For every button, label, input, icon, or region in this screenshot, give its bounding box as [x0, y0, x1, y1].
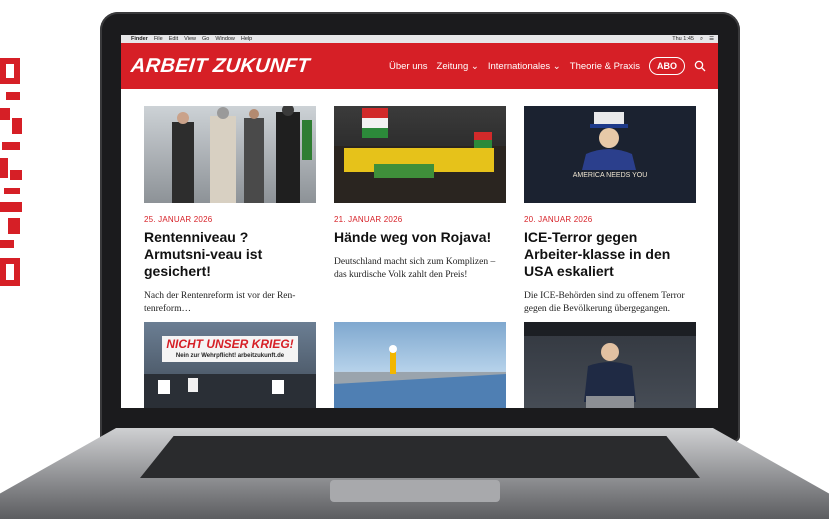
- article-title[interactable]: Rentenniveau ? Armutsni-veau ist gesiche…: [144, 229, 316, 280]
- trackpad: [330, 480, 500, 502]
- solar-roof-illustration: [334, 345, 506, 408]
- control-center-icon[interactable]: ☰: [709, 36, 714, 42]
- nav-zeitung[interactable]: Zeitung ⌄: [437, 61, 479, 72]
- menu-help[interactable]: Help: [241, 36, 252, 42]
- menu-finder[interactable]: Finder: [131, 36, 148, 42]
- menu-window[interactable]: Window: [215, 36, 235, 42]
- article-title[interactable]: ICE-Terror gegen Arbeiter-klasse in den …: [524, 229, 696, 280]
- menu-file[interactable]: File: [154, 36, 163, 42]
- abo-button[interactable]: ABO: [649, 57, 685, 75]
- menu-go[interactable]: Go: [202, 36, 209, 42]
- article-excerpt: Nach der Rentenreform ist vor der Ren-te…: [144, 291, 296, 314]
- article-title[interactable]: Hände weg von Rojava!: [334, 229, 506, 246]
- article-image-rojava-protest[interactable]: [334, 106, 506, 203]
- menu-edit[interactable]: Edit: [169, 36, 178, 42]
- article-image-solar-worker[interactable]: [334, 322, 506, 408]
- qr-code-fragment: [0, 58, 24, 298]
- article-card[interactable]: 25. JANUAR 2026 Rentenniveau ? Armutsni-…: [144, 106, 316, 316]
- menu-view[interactable]: View: [184, 36, 196, 42]
- site-header: ARBEIT ZUKUNFT Über uns Zeitung ⌄ Intern…: [121, 43, 718, 89]
- menubar-clock: Thu 1:45: [672, 36, 694, 42]
- article-grid-row-2: NICHT UNSER KRIEG! Nein zur Wehrpflicht!…: [144, 322, 696, 408]
- keyboard: [140, 436, 700, 478]
- site-logo[interactable]: ARBEIT ZUKUNFT: [130, 55, 311, 78]
- article-grid: 25. JANUAR 2026 Rentenniveau ? Armutsni-…: [121, 89, 718, 316]
- article-card[interactable]: AMERICA NEEDS YOU 20. JANUAR 2026 ICE-Te…: [524, 106, 696, 316]
- nav-internationales[interactable]: Internationales ⌄: [488, 61, 561, 72]
- poster-caption: AMERICA NEEDS YOU: [572, 172, 648, 179]
- article-image-nicht-unser-krieg[interactable]: NICHT UNSER KRIEG! Nein zur Wehrpflicht!…: [144, 322, 316, 408]
- article-card[interactable]: 21. JANUAR 2026 Hände weg von Rojava! De…: [334, 106, 506, 316]
- article-image-america-needs-you[interactable]: AMERICA NEEDS YOU: [524, 106, 696, 203]
- nav-theorie-praxis[interactable]: Theorie & Praxis: [570, 61, 640, 72]
- bundestag-speaker-illustration: [524, 322, 696, 408]
- uncle-sam-poster-illustration: [582, 112, 636, 170]
- protest-crowd-illustration: [144, 374, 316, 408]
- article-image-street-crowd[interactable]: [144, 106, 316, 203]
- main-nav: Über uns Zeitung ⌄ Internationales ⌄ The…: [389, 57, 706, 75]
- article-date: 25. JANUAR 2026: [144, 215, 213, 224]
- article-image-bundestag-speech[interactable]: [524, 322, 696, 408]
- article-excerpt: Deutschland macht sich zum Komplizen – d…: [334, 257, 496, 280]
- article-date: 21. JANUAR 2026: [334, 215, 403, 224]
- spotlight-icon[interactable]: ⌕: [700, 36, 703, 43]
- nav-ueber-uns[interactable]: Über uns: [389, 61, 428, 72]
- protest-flags-illustration: [334, 108, 506, 203]
- search-icon[interactable]: [694, 60, 706, 72]
- macos-menubar: Finder File Edit View Go Window Help Thu…: [121, 35, 718, 43]
- street-crowd-illustration: [172, 106, 312, 203]
- laptop-screen: Finder File Edit View Go Window Help Thu…: [121, 35, 718, 408]
- article-date: 20. JANUAR 2026: [524, 215, 593, 224]
- article-excerpt: Die ICE-Behörden sind zu offenem Terror …: [524, 291, 685, 314]
